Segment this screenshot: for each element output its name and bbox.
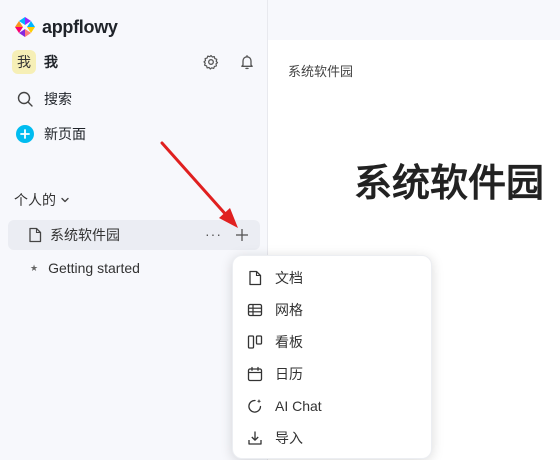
page-title[interactable]: 系统软件园 xyxy=(354,152,544,207)
user-row: 我 我 xyxy=(12,50,256,74)
calendar-icon xyxy=(247,366,263,382)
page-label: 系统软件园 xyxy=(50,227,120,243)
menu-item-label: 文档 xyxy=(275,270,303,286)
sidebar-page-item[interactable]: ★ Getting started xyxy=(30,260,140,276)
new-page-label: 新页面 xyxy=(44,126,86,142)
settings-button[interactable] xyxy=(202,53,220,71)
menu-item-label: 日历 xyxy=(275,366,303,382)
menu-item-grid[interactable]: 网格 xyxy=(247,300,303,320)
more-options-button[interactable]: ··· xyxy=(205,226,222,242)
menu-item-label: 导入 xyxy=(275,430,303,446)
document-icon xyxy=(29,227,42,243)
avatar[interactable]: 我 xyxy=(12,50,36,74)
menu-item-label: 网格 xyxy=(275,302,303,318)
user-name[interactable]: 我 xyxy=(44,52,58,72)
ai-chat-icon xyxy=(248,399,262,413)
page-label: Getting started xyxy=(48,260,140,276)
sidebar-item-search[interactable]: 搜索 xyxy=(16,89,72,109)
plus-circle-icon xyxy=(16,125,34,143)
menu-item-board[interactable]: 看板 xyxy=(247,332,303,352)
import-icon xyxy=(248,431,262,445)
new-page-button[interactable]: 新页面 xyxy=(16,124,86,144)
grid-icon xyxy=(247,303,263,317)
bell-icon xyxy=(241,55,253,70)
appflowy-logo-icon xyxy=(15,17,35,37)
menu-item-label: AI Chat xyxy=(275,398,322,414)
board-icon xyxy=(247,335,263,349)
section-personal[interactable]: 个人的 xyxy=(14,190,70,210)
menu-item-label: 看板 xyxy=(275,334,303,350)
search-label: 搜索 xyxy=(44,91,72,107)
menu-item-import[interactable]: 导入 xyxy=(247,428,303,448)
notifications-button[interactable] xyxy=(238,53,256,71)
breadcrumb[interactable]: 系统软件园 xyxy=(288,61,353,80)
chevron-down-icon xyxy=(61,197,69,203)
section-label: 个人的 xyxy=(14,192,56,208)
top-bar xyxy=(268,0,560,40)
logo-text: appflowy xyxy=(42,16,118,37)
menu-item-calendar[interactable]: 日历 xyxy=(247,364,303,384)
gear-icon xyxy=(203,54,219,70)
document-icon xyxy=(249,270,262,286)
add-page-menu: 文档 网格 看板 日历 AI Chat 导入 xyxy=(232,255,432,459)
sidebar: appflowy 我 我 搜索 新页面 个人的 系统软件园 ··· ★ Gett… xyxy=(0,0,268,460)
star-icon: ★ xyxy=(30,262,39,273)
sidebar-page-item-selected[interactable]: 系统软件园 ··· xyxy=(8,220,260,250)
menu-item-ai-chat[interactable]: AI Chat xyxy=(247,396,322,416)
add-subpage-button[interactable] xyxy=(232,225,252,245)
app-logo: appflowy xyxy=(14,16,118,38)
plus-icon xyxy=(236,229,248,241)
menu-item-document[interactable]: 文档 xyxy=(247,268,303,288)
search-icon xyxy=(17,91,33,107)
